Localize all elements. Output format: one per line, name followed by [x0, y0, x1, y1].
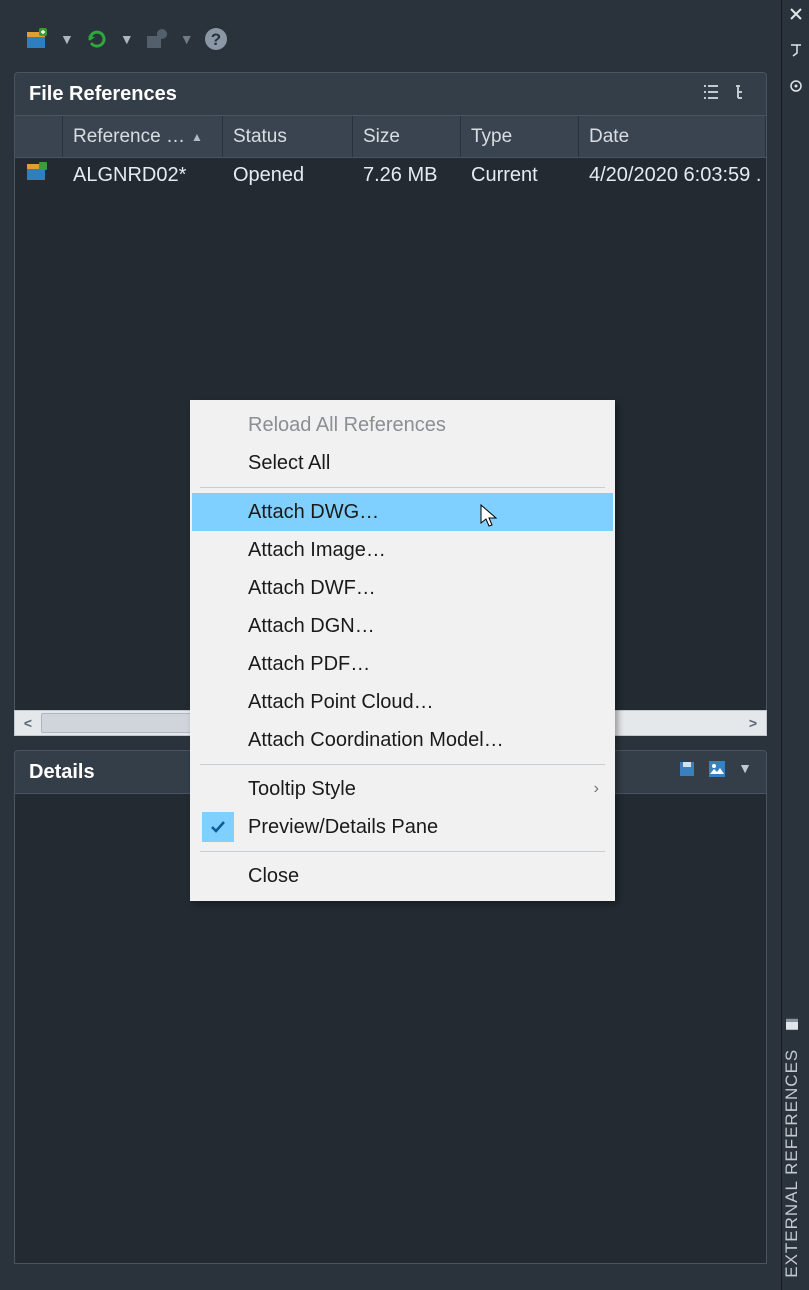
- menu-attach-coordination-model[interactable]: Attach Coordination Model…: [192, 721, 613, 759]
- cell-status: Opened: [223, 164, 353, 187]
- close-panel-button[interactable]: [782, 0, 809, 28]
- file-references-title-bar: File References: [14, 72, 767, 116]
- menu-separator: [200, 851, 605, 852]
- context-menu: Reload All References Select All Attach …: [190, 400, 615, 901]
- cell-date: 4/20/2020 6:03:59 .: [579, 164, 766, 187]
- file-references-title: File References: [29, 83, 177, 106]
- submenu-arrow-icon: ›: [594, 780, 599, 798]
- list-view-icon[interactable]: [702, 83, 720, 106]
- help-icon[interactable]: ?: [204, 27, 228, 51]
- cell-reference-name: ALGNRD02*: [63, 164, 223, 187]
- refresh-chevron-down-icon[interactable]: ▼: [120, 31, 134, 47]
- cell-type: Current: [461, 164, 579, 187]
- panel-vertical-title: EXTERNAL REFERENCES: [782, 1017, 809, 1278]
- menu-attach-dwg[interactable]: Attach DWG…: [192, 493, 613, 531]
- menu-attach-dgn[interactable]: Attach DGN…: [192, 607, 613, 645]
- panel-toolbar: ▼ ▼ ▼ ?: [0, 12, 781, 72]
- menu-separator: [200, 487, 605, 488]
- attach-dropdown-button[interactable]: [24, 26, 50, 52]
- save-details-icon[interactable]: [678, 760, 696, 784]
- size-column-header[interactable]: Size: [353, 116, 461, 157]
- tree-view-icon[interactable]: [734, 83, 752, 106]
- type-column-header[interactable]: Type: [461, 116, 579, 157]
- details-title: Details: [29, 761, 95, 784]
- menu-attach-point-cloud[interactable]: Attach Point Cloud…: [192, 683, 613, 721]
- cell-size: 7.26 MB: [353, 164, 461, 187]
- pin-panel-button[interactable]: [782, 36, 809, 64]
- icon-column-header[interactable]: [15, 116, 63, 157]
- menu-reload-all-references: Reload All References: [192, 406, 613, 444]
- menu-attach-dwf[interactable]: Attach DWF…: [192, 569, 613, 607]
- change-path-button[interactable]: [144, 26, 170, 52]
- date-column-header[interactable]: Date: [579, 116, 766, 157]
- check-icon: [202, 812, 234, 842]
- panel-options-button[interactable]: [782, 72, 809, 100]
- preview-image-icon[interactable]: [708, 760, 726, 784]
- menu-separator: [200, 764, 605, 765]
- refresh-button[interactable]: [84, 26, 110, 52]
- dwg-file-icon: [25, 160, 49, 184]
- details-chevron-down-icon[interactable]: ▼: [738, 760, 752, 784]
- column-headers: Reference …▲ Status Size Type Date: [14, 116, 767, 158]
- table-row[interactable]: ALGNRD02* Opened 7.26 MB Current 4/20/20…: [15, 158, 766, 192]
- menu-close[interactable]: Close: [192, 857, 613, 895]
- svg-text:?: ?: [210, 30, 220, 49]
- panel-vertical-title-strip: EXTERNAL REFERENCES: [781, 0, 809, 1290]
- reference-name-column-header[interactable]: Reference …▲: [63, 116, 223, 157]
- sort-ascending-icon: ▲: [191, 130, 203, 144]
- menu-attach-pdf[interactable]: Attach PDF…: [192, 645, 613, 683]
- change-path-chevron-down-icon[interactable]: ▼: [180, 31, 194, 47]
- menu-select-all[interactable]: Select All: [192, 444, 613, 482]
- menu-preview-details-pane[interactable]: Preview/Details Pane: [192, 808, 613, 846]
- menu-tooltip-style[interactable]: Tooltip Style ›: [192, 770, 613, 808]
- menu-attach-image[interactable]: Attach Image…: [192, 531, 613, 569]
- scroll-left-arrow[interactable]: <: [15, 711, 41, 735]
- status-column-header[interactable]: Status: [223, 116, 353, 157]
- attach-chevron-down-icon[interactable]: ▼: [60, 31, 74, 47]
- scroll-right-arrow[interactable]: >: [740, 711, 766, 735]
